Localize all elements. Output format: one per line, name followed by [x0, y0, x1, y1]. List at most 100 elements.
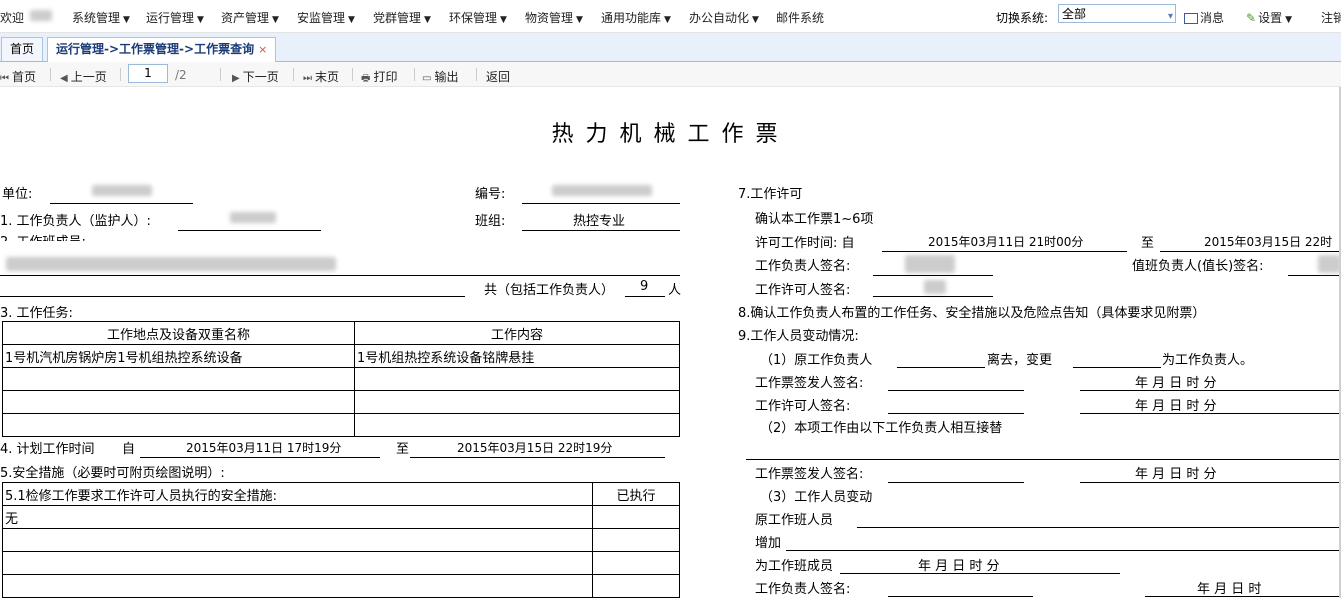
menu-system[interactable]: 系统管理 ▼	[72, 9, 130, 26]
first-page-button[interactable]: ⏮ 首页	[0, 68, 36, 85]
underline	[140, 457, 380, 458]
menu-asset[interactable]: 资产管理 ▼	[221, 9, 279, 26]
table-row	[2, 528, 680, 552]
underline	[522, 203, 680, 204]
close-icon[interactable]: ×	[258, 43, 267, 56]
members-value-redacted	[6, 257, 336, 271]
divider	[120, 68, 121, 81]
leader-sign-label: 工作负责人签名:	[755, 259, 851, 274]
permit-confirm: 确认本工作票1~6项	[755, 212, 874, 227]
menu-party[interactable]: 党群管理 ▼	[373, 9, 431, 26]
team-value: 热控专业	[573, 214, 626, 229]
back-button[interactable]: 返回	[486, 68, 510, 85]
underline	[857, 527, 1341, 528]
underline	[840, 573, 1120, 574]
underline	[625, 296, 665, 297]
tab-workticket-query[interactable]: 运行管理->工作票管理->工作票查询 ×	[47, 37, 277, 62]
table-header: 已执行	[592, 482, 680, 506]
permit-title: 7.工作许可	[738, 187, 803, 202]
unit-value-redacted	[92, 185, 152, 196]
permit-time-label: 许可工作时间: 自	[755, 236, 855, 251]
work-ticket-document: 热力机械工作票 单位: 编号: 1. 工作负责人（监护人）: 班组: 热控专业 …	[0, 87, 1341, 598]
chevron-down-icon: ▼	[272, 15, 279, 25]
change3-label: （3）工作人员变动	[760, 490, 873, 505]
signature-redacted	[1318, 255, 1341, 273]
print-button[interactable]: 🖶 打印	[361, 68, 397, 88]
underline	[178, 230, 321, 231]
team-label: 班组:	[475, 214, 506, 229]
first-page-icon: ⏮	[0, 73, 9, 84]
chevron-down-icon: ▼	[752, 15, 759, 25]
issuer-sign2-label: 工作票签发人签名:	[755, 467, 864, 482]
menu-common[interactable]: 通用功能库 ▼	[601, 9, 671, 26]
menu-mail[interactable]: 邮件系统	[776, 9, 824, 26]
menu-environment[interactable]: 环保管理 ▼	[449, 9, 507, 26]
plan-end: 2015年03月15日 22时19分	[457, 441, 613, 455]
table-cell	[2, 390, 355, 414]
table-header: 5.1检修工作要求工作许可人员执行的安全措施:	[2, 482, 593, 506]
signature-redacted	[905, 255, 955, 273]
messages-link[interactable]: 消息	[1184, 9, 1224, 26]
menu-safety[interactable]: 安监管理 ▼	[297, 9, 355, 26]
menu-materials[interactable]: 物资管理 ▼	[525, 9, 583, 26]
tab-home[interactable]: 首页	[1, 37, 44, 61]
underline	[786, 550, 1341, 551]
table-row: 无	[2, 505, 680, 529]
table-row	[2, 551, 680, 575]
table-row	[2, 390, 680, 414]
underline	[888, 596, 1033, 597]
underline	[1073, 367, 1161, 368]
settings-menu[interactable]: ✎ 设置 ▼	[1246, 9, 1292, 26]
table-cell: 无	[2, 505, 593, 529]
table-cell	[2, 551, 593, 575]
total-label: 共（包括工作负责人）	[484, 283, 615, 298]
last-page-icon: ⏭	[303, 73, 312, 84]
prev-page-button[interactable]: ◀ 上一页	[60, 68, 107, 85]
permitter-sign-label: 工作许可人签名:	[755, 283, 851, 298]
top-menubar: 欢迎 系统管理 ▼ 运行管理 ▼ 资产管理 ▼ 安监管理 ▼ 党群管理 ▼ 环保管理 ▼ 物…	[0, 0, 1341, 33]
chevron-down-icon: ▼	[500, 15, 507, 25]
members-label: 2. 工作班成员:	[0, 231, 86, 241]
chevron-down-icon: ▼	[123, 15, 130, 25]
chevron-down-icon: ▼	[576, 15, 583, 25]
underline	[410, 457, 665, 458]
logout-link[interactable]: 注销	[1321, 9, 1341, 26]
divider	[476, 68, 477, 81]
table-header-row: 工作地点及设备双重名称 工作内容	[2, 321, 680, 345]
plan-from: 自	[122, 442, 136, 457]
switch-system-select[interactable]: 全部 ▾	[1058, 4, 1176, 23]
orig-members-label: 原工作班人员	[755, 513, 834, 528]
chevron-down-icon: ▼	[664, 15, 671, 25]
underline	[1288, 275, 1341, 276]
underline	[522, 230, 680, 231]
page-number-input[interactable]: 1	[128, 64, 168, 83]
last-page-button[interactable]: ⏭ 末页	[303, 68, 339, 85]
unit-label: 单位:	[2, 187, 33, 202]
table-row	[2, 574, 680, 598]
export-button[interactable]: ▭ 输出	[422, 68, 458, 85]
underline	[746, 459, 1341, 460]
permit-start: 2015年03月11日 21时00分	[928, 235, 1084, 249]
export-icon: ▭	[422, 73, 432, 84]
menu-office[interactable]: 办公自动化 ▼	[689, 9, 759, 26]
underline	[1160, 251, 1341, 252]
envelope-icon	[1184, 13, 1198, 24]
chevron-down-icon: ▾	[1167, 11, 1173, 22]
next-page-button[interactable]: ▶ 下一页	[232, 68, 279, 85]
table-cell	[2, 528, 593, 552]
added-label: 增加	[755, 536, 782, 551]
table-cell	[2, 574, 593, 598]
table-cell: 1号机汽机房锅炉房1号机组热控系统设备	[2, 344, 355, 368]
table-cell	[592, 505, 680, 529]
change1-mid: 离去，变更	[987, 353, 1053, 368]
page-total: /2	[175, 68, 187, 82]
change1-end: 为工作负责人。	[1162, 353, 1254, 368]
table-header-row: 5.1检修工作要求工作许可人员执行的安全措施: 已执行	[2, 482, 680, 506]
divider	[220, 68, 221, 81]
task-table: 工作地点及设备双重名称 工作内容 1号机汽机房锅炉房1号机组热控系统设备 1号机…	[2, 321, 680, 437]
date-fields: 年 月 日 时 分	[918, 559, 1000, 574]
date-fields: 年 月 日 时 分	[1135, 376, 1217, 391]
next-icon: ▶	[232, 73, 240, 84]
menu-operation[interactable]: 运行管理 ▼	[146, 9, 204, 26]
switch-system-label: 切换系统:	[996, 11, 1049, 25]
